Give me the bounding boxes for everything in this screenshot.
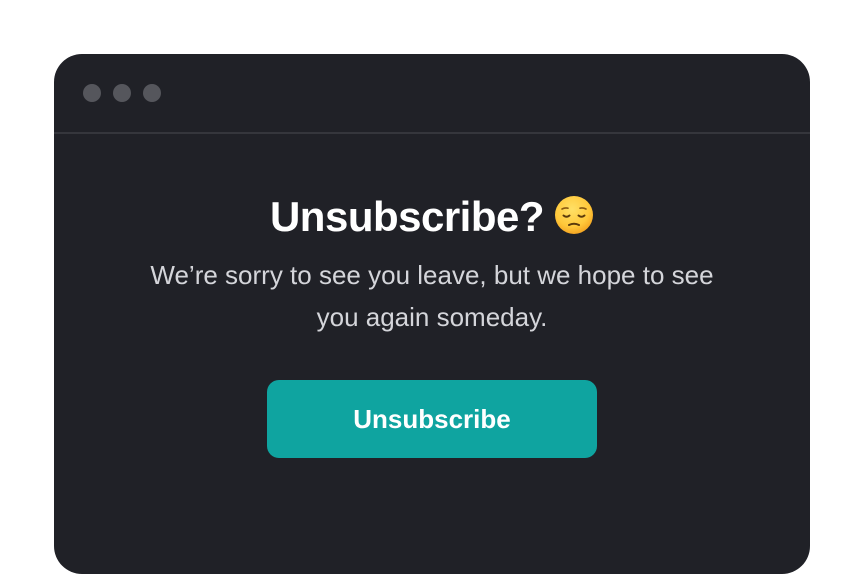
page-title: Unsubscribe? — [54, 192, 810, 242]
window-dot-minimize[interactable] — [113, 84, 131, 102]
unsubscribe-button[interactable]: Unsubscribe — [267, 380, 597, 458]
unsubscribe-message: We’re sorry to see you leave, but we hop… — [150, 260, 714, 332]
window-dot-maximize[interactable] — [143, 84, 161, 102]
app-window: Unsubscribe? We’re sorry to see you leav… — [54, 54, 810, 574]
title-text: Unsubscribe? — [269, 193, 545, 240]
window-dot-close[interactable] — [83, 84, 101, 102]
window-titlebar — [54, 54, 810, 134]
pensive-face-icon — [554, 195, 594, 235]
